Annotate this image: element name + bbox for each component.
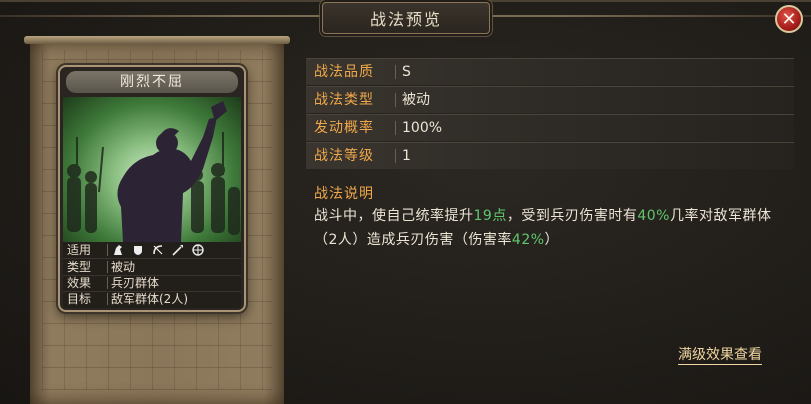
info-key: 发动概率 — [314, 120, 374, 136]
tactic-card-stats: 适用 类型 被动 效果 兵刃群体 目标 敌军群体(2人) — [63, 242, 241, 308]
description-title: 战法说明 — [314, 186, 374, 202]
stat-row-effect: 效果 兵刃群体 — [63, 275, 241, 292]
info-value: 被动 — [402, 92, 430, 108]
tactic-card: 刚烈不屈 适用 类型 被动 效果 兵刃群体 目标 敌军群体(2人) — [58, 65, 246, 312]
info-row-probability: 发动概率 100% — [306, 114, 794, 141]
info-row-quality: 战法品质 S — [306, 58, 794, 85]
tactic-illustration — [63, 97, 241, 242]
full-level-effect-link[interactable]: 满级效果查看 — [678, 344, 762, 365]
window-title: 战法预览 — [322, 2, 490, 34]
stat-divider — [107, 277, 108, 289]
info-key: 战法等级 — [314, 148, 374, 164]
stat-value: 被动 — [111, 260, 136, 274]
info-key: 战法类型 — [314, 92, 374, 108]
shield-icon — [131, 243, 145, 257]
stat-divider — [107, 244, 108, 256]
spear-icon — [171, 243, 185, 257]
close-button[interactable]: ✕ — [775, 5, 803, 33]
info-divider — [395, 149, 396, 163]
stat-divider — [107, 293, 108, 305]
description-text-part: ，受到兵刃伤害时有 — [506, 208, 638, 224]
description-highlight: 19点 — [473, 208, 507, 224]
stat-key: 效果 — [67, 276, 92, 290]
wheel-icon — [191, 243, 205, 257]
info-row-type: 战法类型 被动 — [306, 86, 794, 113]
stat-value: 兵刃群体 — [111, 276, 160, 290]
tactic-card-name: 刚烈不屈 — [66, 71, 238, 93]
info-divider — [395, 65, 396, 79]
close-icon: ✕ — [781, 8, 797, 30]
stat-row-target: 目标 敌军群体(2人) — [63, 291, 241, 307]
info-divider — [395, 121, 396, 135]
bow-icon — [151, 243, 165, 257]
info-key: 战法品质 — [314, 64, 374, 80]
description-highlight: 40% — [637, 208, 670, 224]
stat-row-applicable: 适用 — [63, 242, 241, 259]
scroll-rod — [24, 36, 290, 44]
stat-key: 目标 — [67, 292, 92, 306]
stat-divider — [107, 261, 108, 273]
info-value: 1 — [402, 148, 411, 164]
stat-value: 敌军群体(2人) — [111, 292, 188, 306]
description-text: 战斗中，使自己统率提升19点，受到兵刃伤害时有40%几率对敌军群体（2人）造成兵… — [314, 204, 794, 252]
stat-key: 类型 — [67, 260, 92, 274]
info-divider — [395, 93, 396, 107]
window-title-text: 战法预览 — [369, 10, 442, 29]
stat-row-type: 类型 被动 — [63, 259, 241, 276]
info-row-level: 战法等级 1 — [306, 142, 794, 169]
description-text-part: 战斗中，使自己统率提升 — [314, 208, 474, 224]
info-value: 100% — [402, 120, 443, 136]
cavalry-icon — [111, 243, 125, 257]
stat-key: 适用 — [67, 243, 92, 257]
warrior-silhouette — [67, 101, 240, 242]
description-highlight: 42% — [511, 232, 545, 248]
description-text-part: ） — [544, 232, 560, 248]
info-value: S — [402, 64, 411, 80]
troop-type-icons — [111, 243, 205, 257]
